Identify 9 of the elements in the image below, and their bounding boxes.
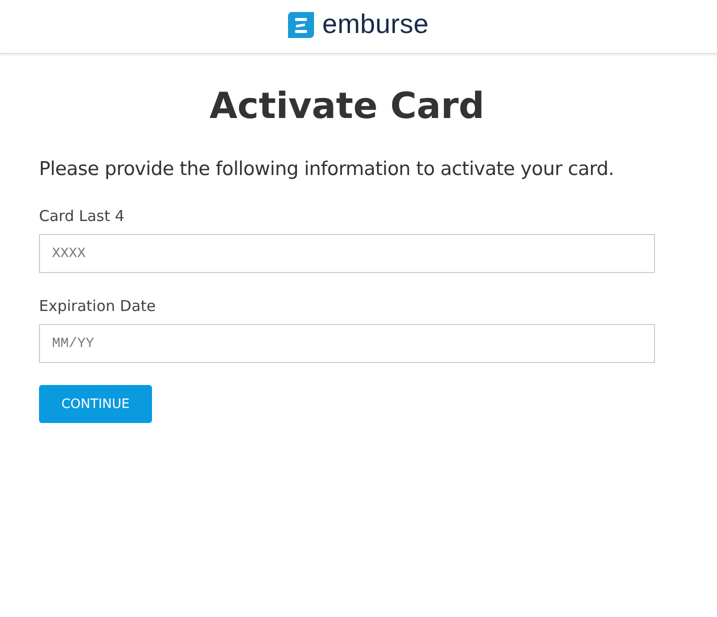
input-field[interactable]: XXXX — [39, 234, 655, 273]
brand-name: emburse — [322, 9, 429, 40]
input-field[interactable]: MM/YY — [39, 324, 655, 363]
continue-button[interactable]: CONTINUE — [39, 385, 152, 423]
field-label: Expiration Date — [39, 297, 156, 315]
logo-icon — [288, 12, 314, 38]
field-label: Card Last 4 — [39, 207, 124, 225]
instructions-text: Please provide the following information to activate your card. — [39, 157, 614, 181]
page-title: Activate Card — [210, 85, 484, 129]
